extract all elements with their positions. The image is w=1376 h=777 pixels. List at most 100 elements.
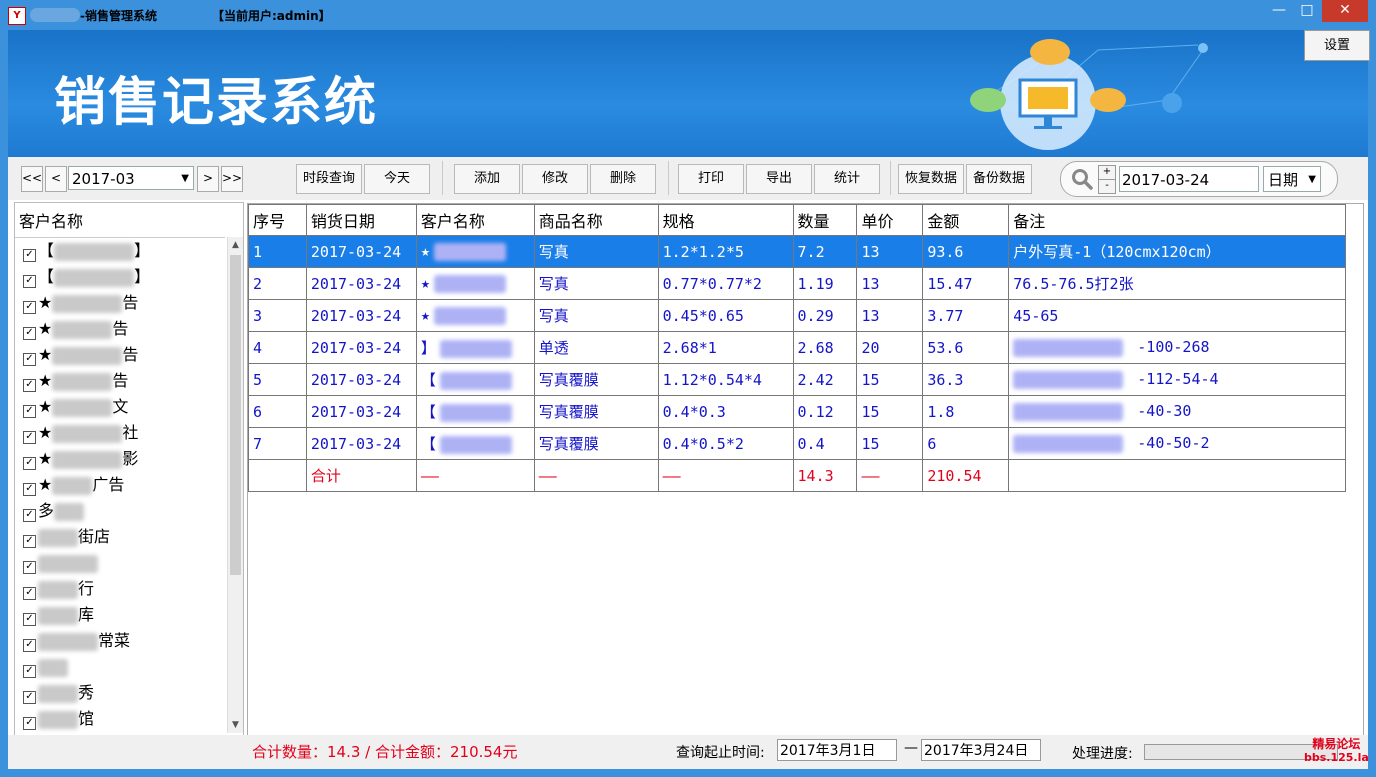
table-row[interactable]: 5 2017-03-24 【 写真覆膜 1.12*0.54*4 2.42 15 36.3 -11…: [248, 363, 1346, 396]
cell-spec[interactable]: 0.45*0.65: [657, 299, 794, 332]
add-button[interactable]: 添加: [454, 164, 520, 194]
customer-checkbox[interactable]: ✓: [23, 379, 36, 392]
maximize-button[interactable]: □: [1294, 0, 1320, 22]
table-row[interactable]: 1 2017-03-24 ★ 写真 1.2*1.2*5 7.2 13 93.6 户外写真-1（1…: [248, 235, 1346, 268]
column-header[interactable]: 单价: [856, 204, 924, 236]
customer-item[interactable]: ✓ 库: [15, 602, 225, 628]
start-date-input[interactable]: 2017年3月1日: [777, 739, 897, 761]
cell-price[interactable]: 13: [856, 235, 924, 268]
settings-button[interactable]: 设置: [1304, 30, 1370, 61]
cell-date[interactable]: 2017-03-24: [305, 267, 417, 300]
customer-checkbox[interactable]: ✓: [23, 249, 36, 262]
next-month-button[interactable]: >: [197, 166, 219, 192]
cell-spec[interactable]: 0.4*0.3: [657, 395, 794, 428]
search-type-select[interactable]: 日期 ▼: [1263, 166, 1321, 192]
end-date-input[interactable]: 2017年3月24日: [921, 739, 1041, 761]
prev-month-button[interactable]: <: [45, 166, 67, 192]
cell-amount[interactable]: 36.3: [922, 363, 1010, 396]
minimize-button[interactable]: —: [1266, 0, 1292, 22]
edit-button[interactable]: 修改: [522, 164, 588, 194]
customer-item[interactable]: ✓ ★ 告: [15, 290, 225, 316]
first-month-button[interactable]: <<: [21, 166, 43, 192]
customer-item[interactable]: ✓ 多: [15, 498, 225, 524]
spin-down-button[interactable]: -: [1098, 179, 1116, 194]
cell-customer[interactable]: ★: [415, 267, 535, 300]
last-month-button[interactable]: >>: [221, 166, 243, 192]
customer-checkbox[interactable]: ✓: [23, 587, 36, 600]
customer-item[interactable]: ✓ ★ 告: [15, 368, 225, 394]
cell-price[interactable]: 15: [856, 427, 924, 460]
cell-customer[interactable]: 【: [415, 395, 535, 428]
cell-price[interactable]: 15: [856, 363, 924, 396]
cell-no[interactable]: 3: [248, 299, 307, 332]
cell-note[interactable]: -112-54-4: [1008, 363, 1346, 396]
customer-item[interactable]: ✓ 【 】: [15, 238, 225, 264]
cell-note[interactable]: -100-268: [1008, 331, 1346, 364]
cell-customer[interactable]: 【: [415, 427, 535, 460]
cell-amount[interactable]: 3.77: [922, 299, 1010, 332]
customer-checkbox[interactable]: ✓: [23, 483, 36, 496]
customer-item[interactable]: ✓ ★ 广告: [15, 472, 225, 498]
cell-date[interactable]: 2017-03-24: [305, 299, 417, 332]
customer-checkbox[interactable]: ✓: [23, 431, 36, 444]
cell-price[interactable]: 13: [856, 299, 924, 332]
title-bar[interactable]: Y -销售管理系统 【当前用户:admin】 — □ ✕: [0, 0, 1376, 30]
customer-item[interactable]: ✓ 馆: [15, 706, 225, 732]
cell-customer[interactable]: 】: [415, 331, 535, 364]
cell-customer[interactable]: ★: [415, 299, 535, 332]
customer-checkbox[interactable]: ✓: [23, 535, 36, 548]
customer-item[interactable]: ✓ 常菜: [15, 628, 225, 654]
customer-checkbox[interactable]: ✓: [23, 353, 36, 366]
cell-note[interactable]: -40-50-2: [1008, 427, 1346, 460]
cell-spec[interactable]: 1.2*1.2*5: [657, 235, 794, 268]
search-icon[interactable]: [1071, 168, 1093, 190]
customer-item[interactable]: ✓: [15, 550, 225, 576]
scroll-up-icon[interactable]: ▲: [228, 237, 243, 253]
cell-amount[interactable]: 1.8: [922, 395, 1010, 428]
cell-no[interactable]: 1: [248, 235, 307, 268]
delete-button[interactable]: 删除: [590, 164, 656, 194]
column-header[interactable]: 规格: [657, 204, 794, 236]
cell-product[interactable]: 单透: [533, 331, 659, 364]
cell-date[interactable]: 2017-03-24: [305, 363, 417, 396]
customer-checkbox[interactable]: ✓: [23, 665, 36, 678]
customer-item[interactable]: ✓ 秀: [15, 680, 225, 706]
customer-item[interactable]: ✓ ★ 告: [15, 342, 225, 368]
customer-item[interactable]: ✓ ★ 告: [15, 316, 225, 342]
cell-spec[interactable]: 0.4*0.5*2: [657, 427, 794, 460]
customer-list[interactable]: ✓ 【】 ✓ 【】 ✓ ★ 告 ✓ ★ 告 ✓ ★ 告 ✓ ★ 告 ✓ ★ 文 ✓ ★ 社 ✓ ★ 影 ✓ ★ 广告 ✓ 多 ✓ 街店 ✓ ✓ 行 ✓…: [15, 237, 225, 734]
cell-customer[interactable]: 【: [415, 363, 535, 396]
cell-price[interactable]: 13: [856, 267, 924, 300]
cell-price[interactable]: 15: [856, 395, 924, 428]
cell-note[interactable]: 户外写真-1（120cmx120cm）: [1008, 235, 1346, 268]
column-header[interactable]: 销货日期: [305, 204, 417, 236]
customer-list-scrollbar[interactable]: ▲ ▼: [227, 237, 243, 733]
customer-checkbox[interactable]: ✓: [23, 639, 36, 652]
cell-qty[interactable]: 0.29: [792, 299, 858, 332]
customer-item[interactable]: ✓ 街店: [15, 524, 225, 550]
cell-no[interactable]: 7: [248, 427, 307, 460]
cell-qty[interactable]: 0.12: [792, 395, 858, 428]
cell-date[interactable]: 2017-03-24: [305, 331, 417, 364]
spin-up-button[interactable]: +: [1098, 165, 1116, 180]
backup-data-button[interactable]: 备份数据: [966, 164, 1032, 194]
stats-button[interactable]: 统计: [814, 164, 880, 194]
customer-item[interactable]: ✓: [15, 654, 225, 680]
customer-item[interactable]: ✓ 【 】: [15, 264, 225, 290]
customer-checkbox[interactable]: ✓: [23, 405, 36, 418]
cell-qty[interactable]: 2.42: [792, 363, 858, 396]
column-header[interactable]: 商品名称: [533, 204, 659, 236]
search-date-input[interactable]: 2017-03-24: [1119, 166, 1259, 192]
cell-customer[interactable]: ★: [415, 235, 535, 268]
customer-checkbox[interactable]: ✓: [23, 457, 36, 470]
customer-item[interactable]: ✓ ★ 文: [15, 394, 225, 420]
cell-no[interactable]: 4: [248, 331, 307, 364]
cell-date[interactable]: 2017-03-24: [305, 395, 417, 428]
cell-amount[interactable]: 53.6: [922, 331, 1010, 364]
column-header[interactable]: 金额: [922, 204, 1010, 236]
cell-qty[interactable]: 1.19: [792, 267, 858, 300]
cell-qty[interactable]: 7.2: [792, 235, 858, 268]
cell-amount[interactable]: 6: [922, 427, 1010, 460]
print-button[interactable]: 打印: [678, 164, 744, 194]
cell-no[interactable]: 6: [248, 395, 307, 428]
